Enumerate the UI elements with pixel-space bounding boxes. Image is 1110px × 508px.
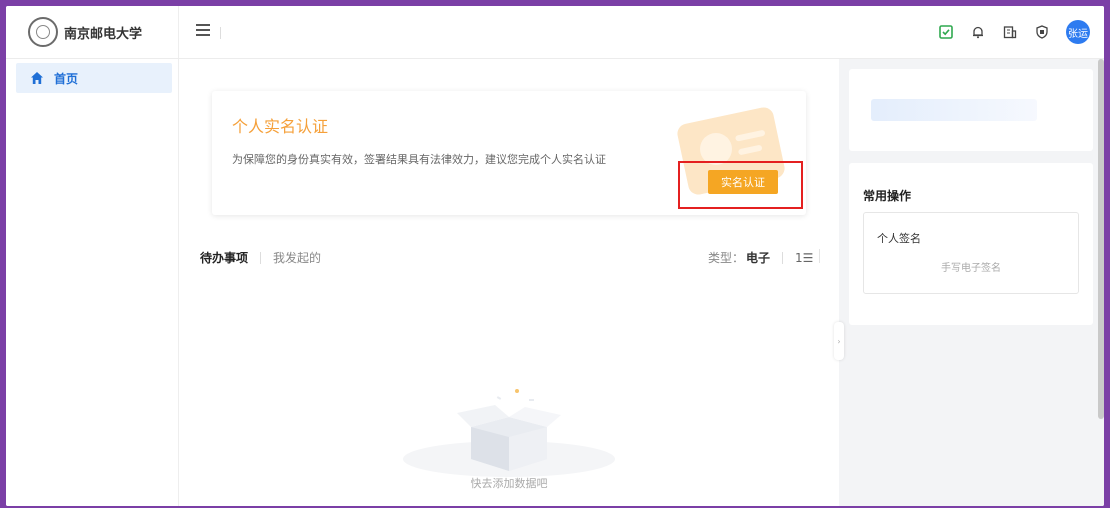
blurred-info-bar (871, 99, 1037, 121)
sort-list-icon[interactable]: 1☰ (795, 251, 813, 265)
card-description: 为保障您的身份真实有效，签署结果具有法律效力，建议您完成个人实名认证 (232, 153, 606, 166)
filter-edge-divider (819, 249, 820, 263)
task-tabs: 待办事项 我发起的 (200, 249, 321, 266)
panel-toggle-handle[interactable]: › (834, 322, 844, 360)
type-filter[interactable]: 类型： 电子 1☰ (708, 249, 813, 266)
tab-todo[interactable]: 待办事项 (200, 249, 248, 266)
filter-label: 类型： (708, 251, 745, 265)
filter-value[interactable]: 电子 (746, 249, 770, 266)
main-content: 个人实名认证 为保障您的身份真实有效，签署结果具有法律效力，建议您完成个人实名认… (179, 59, 839, 506)
sidebar-item-home[interactable]: 首页 (16, 63, 172, 93)
empty-state-text: 快去添加数据吧 (470, 477, 548, 490)
user-info-card (849, 69, 1093, 151)
common-ops-title: 常用操作 (863, 189, 912, 203)
home-icon (31, 72, 43, 84)
logo-text: 南京邮电大学 (64, 26, 143, 42)
app-window: 南京邮电大学 张运 首页 个人实名认证 为保障您的身份真实有效，签署结果具有法律… (6, 6, 1104, 506)
filter-divider (782, 251, 784, 264)
shield-icon[interactable] (1034, 24, 1050, 40)
sidebar: 首页 (6, 59, 179, 506)
header-actions: 张运 (938, 20, 1090, 44)
university-emblem-icon (28, 17, 58, 47)
header-divider (220, 27, 221, 39)
user-avatar[interactable]: 张运 (1066, 20, 1090, 44)
common-operations-card: 常用操作 个人签名 手写电子签名 (849, 163, 1093, 325)
tab-initiated[interactable]: 我发起的 (273, 249, 321, 266)
card-title: 个人实名认证 (232, 117, 329, 136)
bell-icon[interactable] (970, 24, 986, 40)
op-title: 个人签名 (877, 232, 921, 245)
menu-collapse-icon[interactable] (196, 24, 210, 36)
building-icon[interactable] (1002, 24, 1018, 40)
empty-box-illustration-icon (403, 389, 615, 477)
tab-divider (260, 251, 262, 264)
task-icon[interactable] (938, 24, 954, 40)
highlight-annotation-box (678, 161, 803, 209)
op-subtitle: 手写电子签名 (941, 263, 1001, 274)
page-scrollbar[interactable] (1098, 59, 1104, 419)
sidebar-item-label: 首页 (54, 71, 79, 86)
top-header: 南京邮电大学 张运 (6, 6, 1104, 59)
logo-area[interactable]: 南京邮电大学 (6, 6, 179, 58)
personal-signature-op[interactable]: 个人签名 手写电子签名 (863, 212, 1079, 294)
